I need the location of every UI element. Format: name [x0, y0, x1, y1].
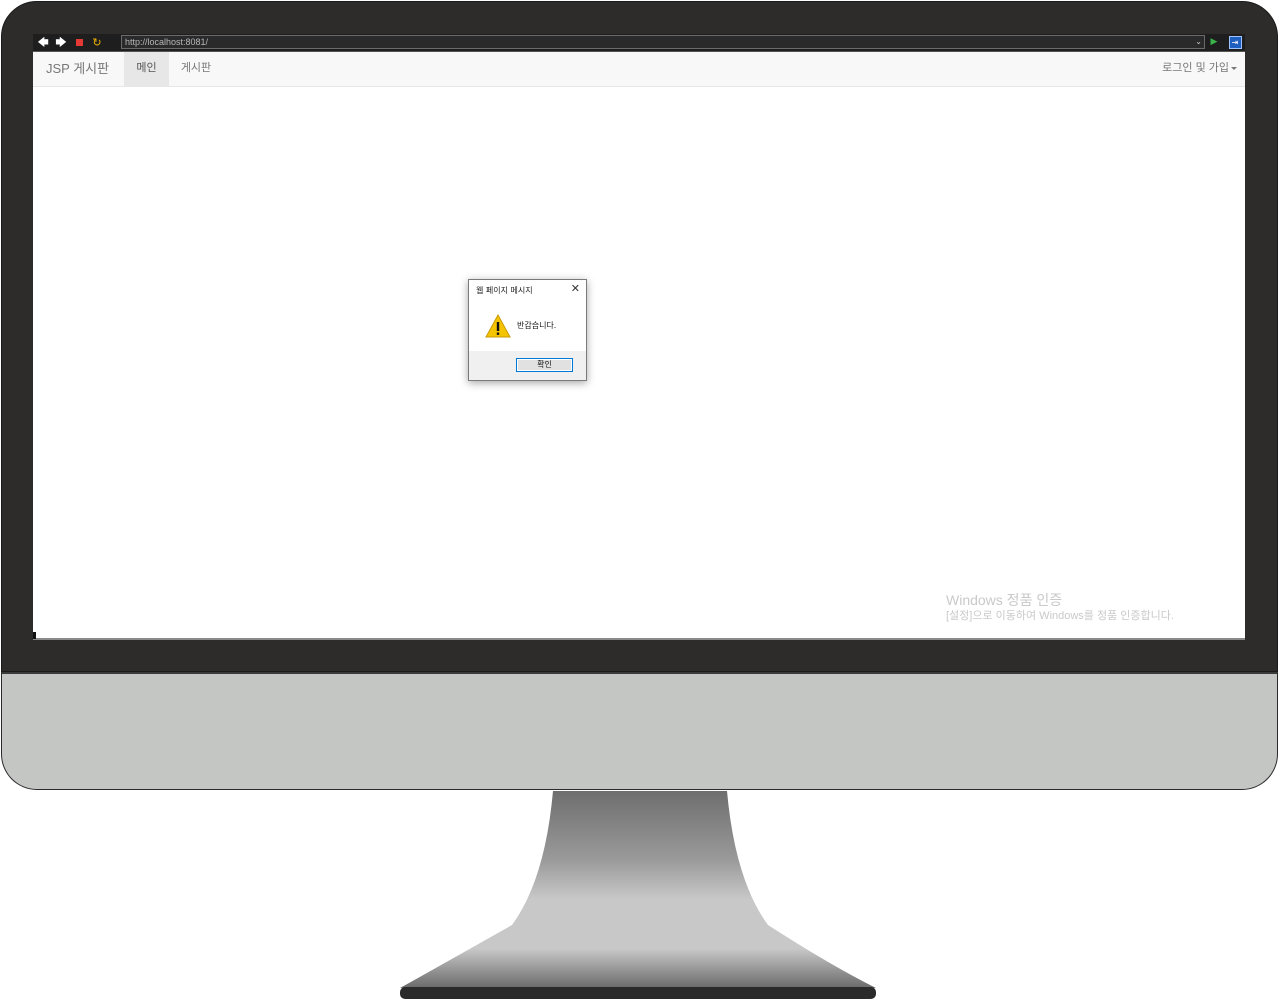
- screen-corner-mark: [33, 632, 36, 639]
- dialog-message: 반갑습니다.: [517, 321, 557, 330]
- dialog-title: 웹 페이지 메시지: [476, 286, 533, 295]
- warning-icon: [485, 314, 511, 338]
- login-dropdown-label: 로그인 및 가입: [1162, 62, 1229, 74]
- windows-activation-watermark: Windows 정품 인증 [설정]으로 이동하여 Windows를 정품 인증…: [946, 591, 1174, 623]
- caret-down-icon: [1231, 66, 1237, 70]
- screen: 🡄 🡆 ↻ http://localhost:8081/ ⌄ ▶ ⇥ JSP 게…: [33, 34, 1245, 640]
- address-dropdown-icon[interactable]: ⌄: [1195, 36, 1202, 48]
- go-play-icon[interactable]: ▶: [1206, 35, 1222, 50]
- navbar-brand[interactable]: JSP 게시판: [46, 52, 109, 86]
- navbar: JSP 게시판 메인 게시판 로그인 및 가입: [33, 52, 1245, 87]
- login-dropdown[interactable]: 로그인 및 가입: [1162, 52, 1237, 86]
- stop-icon[interactable]: [71, 35, 87, 50]
- back-arrow-icon[interactable]: 🡄: [35, 35, 51, 50]
- ok-button[interactable]: 확인: [516, 358, 573, 372]
- watermark-subtitle: [설정]으로 이동하여 Windows를 정품 인증합니다.: [946, 610, 1174, 622]
- nav-item-main[interactable]: 메인: [124, 52, 169, 86]
- browser-toolbar: 🡄 🡆 ↻ http://localhost:8081/ ⌄ ▶ ⇥: [33, 34, 1245, 52]
- url-text: http://localhost:8081/: [125, 37, 209, 47]
- close-icon[interactable]: ✕: [571, 282, 580, 296]
- dialog-footer: 확인: [469, 351, 586, 380]
- forward-arrow-icon[interactable]: 🡆: [53, 35, 69, 50]
- watermark-title: Windows 정품 인증: [946, 592, 1063, 608]
- alert-dialog: 웹 페이지 메시지 ✕ 반갑습니다. 확인: [468, 279, 587, 381]
- monitor-chin: [1, 672, 1278, 790]
- exit-icon[interactable]: ⇥: [1227, 35, 1243, 50]
- nav-item-board[interactable]: 게시판: [171, 52, 221, 86]
- address-bar[interactable]: http://localhost:8081/ ⌄: [121, 35, 1205, 49]
- refresh-icon[interactable]: ↻: [89, 35, 105, 50]
